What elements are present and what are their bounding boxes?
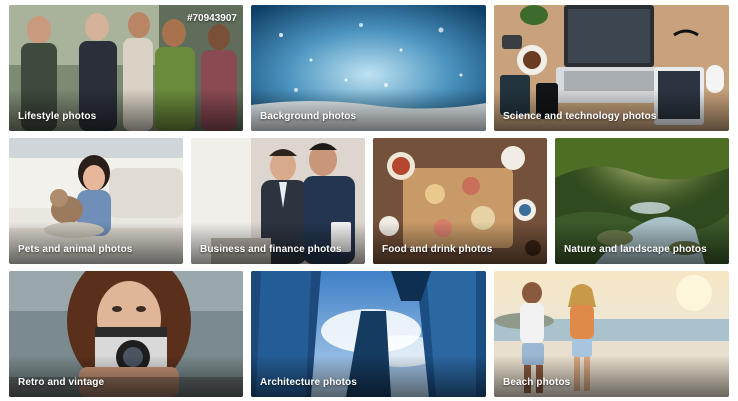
tile-shade — [555, 222, 729, 264]
tile-label: Food and drink photos — [382, 244, 493, 255]
tile-shade — [9, 355, 243, 397]
tile-shade — [191, 222, 365, 264]
tile-shade — [251, 355, 486, 397]
category-tile-nature-landscape[interactable]: Nature and landscape photos — [555, 138, 729, 264]
tile-shade — [251, 89, 486, 131]
tile-label: Science and technology photos — [503, 111, 657, 122]
category-tile-background[interactable]: Background photos — [251, 5, 486, 131]
tile-label: Background photos — [260, 111, 357, 122]
tile-label: Business and finance photos — [200, 244, 342, 255]
tile-label: Beach photos — [503, 377, 571, 388]
category-tile-retro-vintage[interactable]: Retro and vintage — [9, 271, 243, 397]
tile-label: Nature and landscape photos — [564, 244, 707, 255]
category-tile-food-drink[interactable]: Food and drink photos — [373, 138, 547, 264]
category-tile-architecture[interactable]: Architecture photos — [251, 271, 486, 397]
tile-shade — [373, 222, 547, 264]
tile-label: Pets and animal photos — [18, 244, 133, 255]
category-tile-science-technology[interactable]: Science and technology photos — [494, 5, 729, 131]
category-tile-lifestyle[interactable]: #70943907 Lifestyle photos — [9, 5, 243, 131]
tile-label: Retro and vintage — [18, 377, 105, 388]
tile-label: Lifestyle photos — [18, 111, 97, 122]
photo-id-tag: #70943907 — [186, 13, 237, 24]
tile-label: Architecture photos — [260, 377, 357, 388]
tile-shade — [494, 355, 729, 397]
tile-shade — [494, 89, 729, 131]
tile-shade — [9, 89, 243, 131]
category-tile-beach[interactable]: Beach photos — [494, 271, 729, 397]
tile-shade — [9, 222, 183, 264]
category-tile-pets-animal[interactable]: Pets and animal photos — [9, 138, 183, 264]
category-tile-business-finance[interactable]: Business and finance photos — [191, 138, 365, 264]
